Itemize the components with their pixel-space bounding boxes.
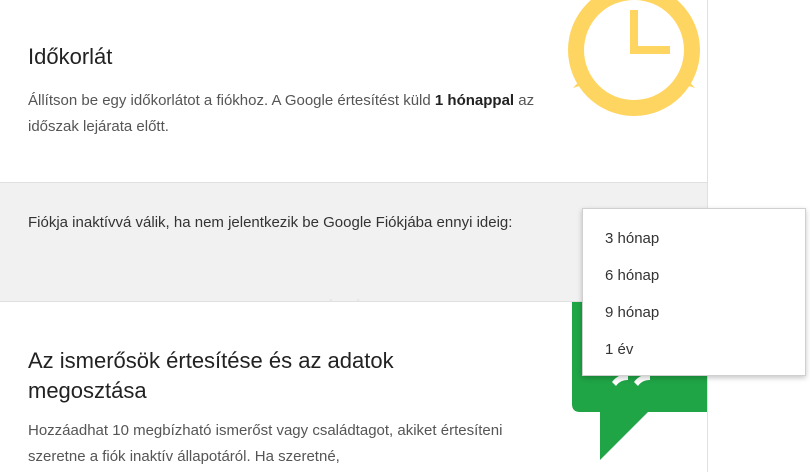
time-limit-desc-part1: Állítson be egy időkorlátot a fiókhoz. A… [28,92,435,109]
option-1-year[interactable]: 1 év [583,331,805,368]
option-9-months[interactable]: 9 hónap [583,294,805,331]
time-limit-description: Állítson be egy időkorlátot a fiókhoz. A… [28,88,548,140]
time-limit-title: Időkorlát [28,44,113,69]
option-6-months[interactable]: 6 hónap [583,257,805,294]
notify-contacts-title: Az ismerősök értesítése és az adatok meg… [28,348,394,403]
clock-icon [568,0,700,116]
time-limit-desc-bold: 1 hónappal [434,92,515,109]
notify-contacts-description: Hozzáadhat 10 megbízható ismerőst vagy c… [28,422,503,465]
inactivity-text: Fiókja inaktívvá válik, ha nem jelentkez… [28,214,513,231]
time-limit-card: Időkorlát Állítson be egy időkorlátot a … [0,0,708,183]
option-3-months[interactable]: 3 hónap [583,220,805,257]
duration-dropdown-menu[interactable]: 3 hónap 6 hónap 9 hónap 1 év [582,208,806,376]
